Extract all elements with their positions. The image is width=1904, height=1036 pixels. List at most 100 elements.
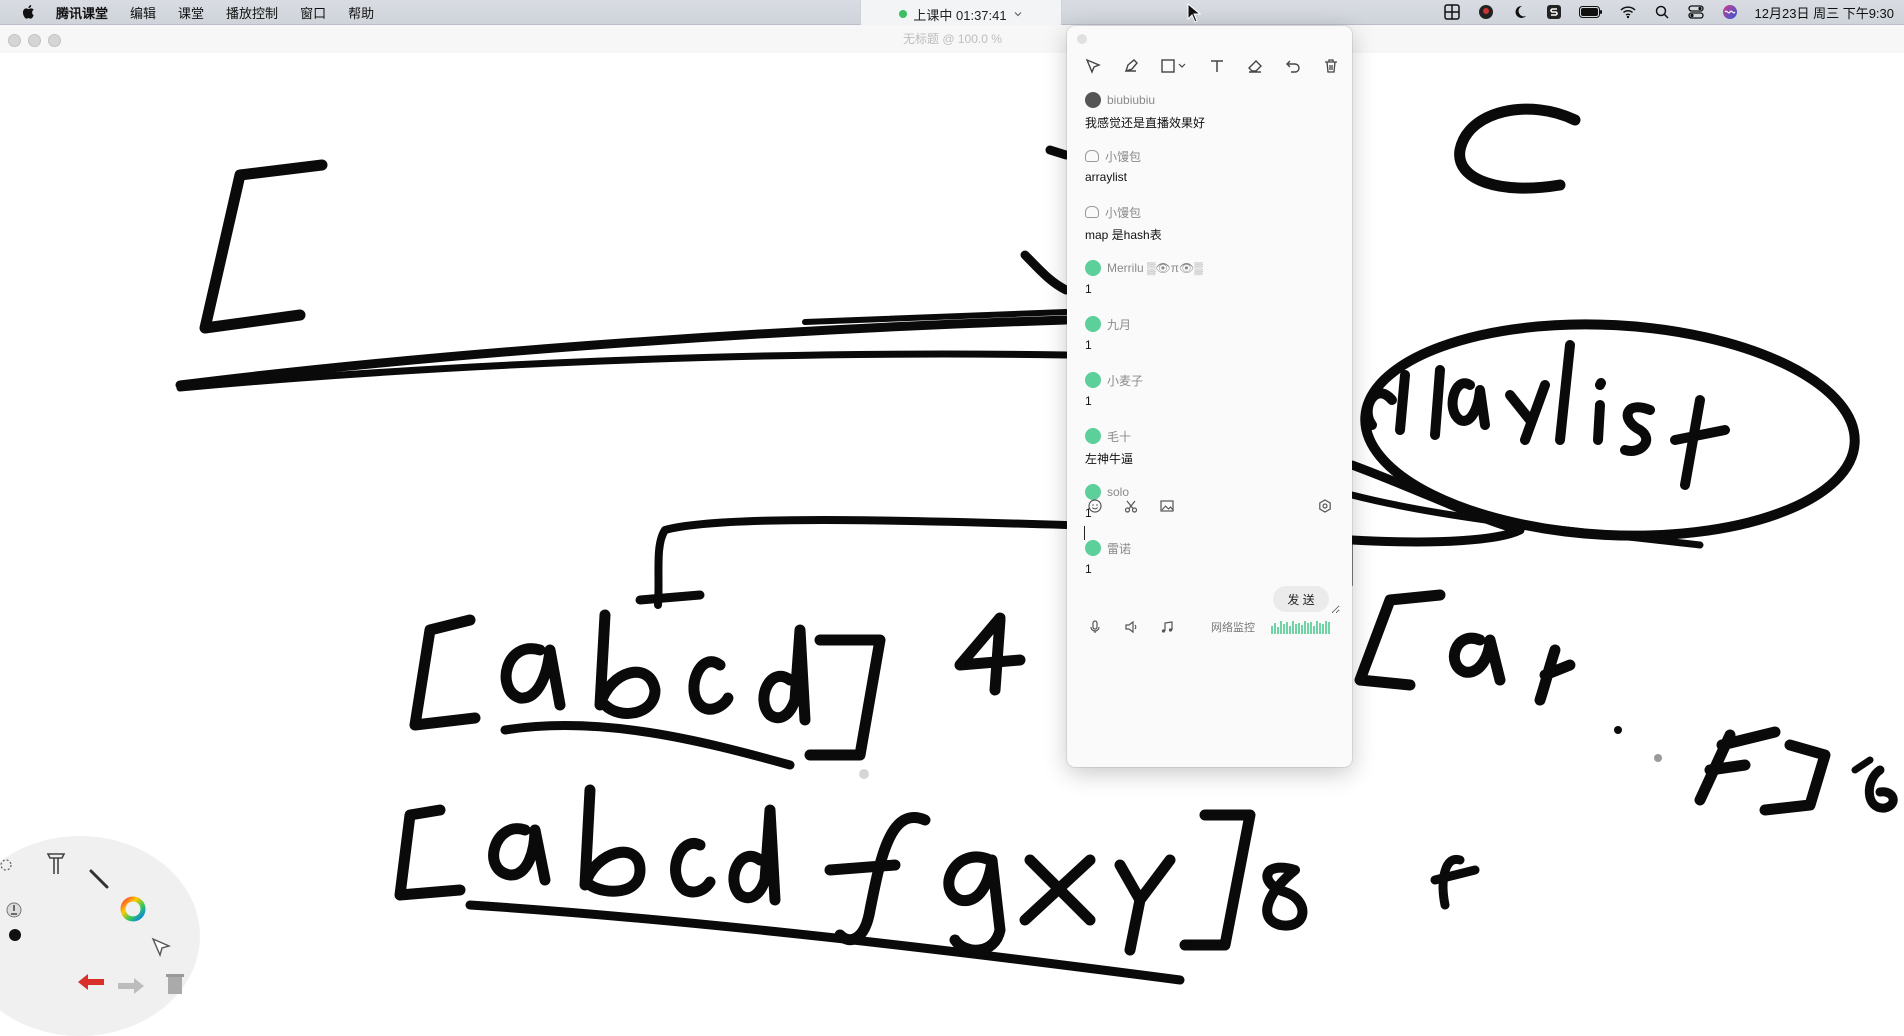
- handwriting-array-3: [1448, 632, 1506, 686]
- menu-item-app[interactable]: 腾讯课堂: [56, 3, 108, 22]
- drawing-toolbar: [1067, 48, 1352, 84]
- handwriting-array-2: [824, 812, 931, 946]
- network-level-bar: [1322, 624, 1324, 634]
- microphone-icon[interactable]: [1085, 617, 1105, 637]
- control-center-icon[interactable]: [1687, 4, 1705, 20]
- wifi-icon[interactable]: [1619, 4, 1637, 20]
- network-monitor-graph: [1271, 620, 1331, 634]
- emoji-icon[interactable]: [1085, 496, 1105, 516]
- scissors-icon[interactable]: [1121, 496, 1141, 516]
- network-level-bar: [1328, 622, 1330, 634]
- settings-icon[interactable]: [1315, 496, 1335, 516]
- undo-arrow-icon[interactable]: [76, 972, 106, 992]
- menu-item-help[interactable]: 帮助: [348, 3, 374, 22]
- message-author: 小馒包: [1105, 149, 1142, 164]
- handwriting-array: [409, 614, 481, 731]
- network-level-bar: [1286, 622, 1288, 634]
- image-icon[interactable]: [1157, 496, 1177, 516]
- message-author: 小馒包: [1105, 205, 1142, 220]
- color-swatch[interactable]: [8, 928, 22, 942]
- music-icon[interactable]: [1157, 617, 1177, 637]
- network-level-bar: [1295, 624, 1297, 634]
- handwriting-arrow: [635, 590, 705, 605]
- menu-item-playback[interactable]: 播放控制: [226, 3, 278, 22]
- redo-arrow-icon[interactable]: [116, 976, 146, 996]
- status-area: 12月23日 周三 下午9:30: [1443, 0, 1894, 24]
- window-title: 无标题 @ 100.0 %: [903, 32, 1002, 46]
- handwriting-letter-f: [1430, 854, 1480, 910]
- handwriting-array: [758, 624, 811, 726]
- mouse-cursor-icon: [1187, 3, 1201, 23]
- handwriting-array-3: [1694, 726, 1781, 806]
- handwriting-digit-4: [954, 612, 1026, 696]
- window-minimize-button[interactable]: [28, 34, 41, 47]
- handwriting-digit: [1851, 756, 1874, 774]
- handwriting-array: [688, 656, 734, 715]
- menu-item-class[interactable]: 课堂: [178, 3, 204, 22]
- network-level-bar: [1310, 622, 1312, 634]
- chat-message: 小馒包 arraylist: [1085, 144, 1340, 200]
- network-level-bar: [1316, 621, 1318, 634]
- text-icon[interactable]: [1207, 56, 1227, 76]
- color-wheel-icon[interactable]: [120, 896, 146, 922]
- handwriting-array-2: [394, 804, 466, 901]
- panel-close-button[interactable]: [1077, 34, 1087, 44]
- chat-message: 毛十 左神牛逼: [1085, 424, 1340, 480]
- user-avatar: [1085, 372, 1101, 388]
- network-level-bar: [1280, 621, 1282, 634]
- handwriting-arrow: [654, 516, 1070, 609]
- shape-icon[interactable]: [1159, 56, 1189, 76]
- message-text: 1: [1085, 282, 1092, 296]
- undo-icon[interactable]: [1283, 56, 1303, 76]
- pen-size-icon[interactable]: [6, 902, 22, 918]
- send-button[interactable]: 发 送: [1273, 586, 1329, 612]
- menu-clock[interactable]: 12月23日 周三 下午9:30: [1755, 3, 1894, 22]
- chat-message: 小馒包 map 是hash表: [1085, 200, 1340, 256]
- network-level-bar: [1313, 626, 1315, 634]
- message-text: arraylist: [1085, 170, 1128, 184]
- s-icon[interactable]: [1545, 4, 1563, 20]
- user-avatar: [1085, 316, 1101, 332]
- window-zoom-button[interactable]: [48, 34, 61, 47]
- network-level-bar: [1325, 621, 1327, 634]
- pointer-icon[interactable]: [150, 936, 172, 958]
- handwriting-array-3: [1534, 644, 1576, 706]
- window-close-button[interactable]: [8, 34, 21, 47]
- message-text: 1: [1085, 338, 1092, 352]
- delete-icon[interactable]: [165, 972, 185, 996]
- search-icon[interactable]: [1653, 4, 1671, 20]
- network-level-bar: [1271, 626, 1273, 634]
- handwriting-fragment: [1045, 145, 1071, 160]
- moon-icon[interactable]: [1511, 4, 1529, 20]
- network-level-bar: [1292, 621, 1294, 634]
- user-avatar: [1085, 260, 1101, 276]
- handwriting-array-2: [1179, 809, 1256, 951]
- session-timer: 上课中 01:37:41: [913, 7, 1007, 23]
- menu-item-edit[interactable]: 编辑: [130, 3, 156, 22]
- avatar-icon[interactable]: [1477, 4, 1495, 20]
- handwriting-array-2: [943, 851, 1006, 956]
- pen-icon[interactable]: [1121, 56, 1141, 76]
- handwriting-array-3: [1354, 589, 1446, 691]
- trash-icon[interactable]: [1321, 56, 1341, 76]
- whiteboard-canvas[interactable]: [0, 53, 1904, 1002]
- siri-icon[interactable]: [1721, 4, 1739, 20]
- hammer-icon[interactable]: [44, 848, 68, 876]
- select-icon[interactable]: [1083, 56, 1103, 76]
- brush-icon[interactable]: [88, 868, 110, 890]
- eraser-icon[interactable]: [1245, 56, 1265, 76]
- handwriting-array-2: [728, 804, 781, 906]
- grid-icon[interactable]: [1443, 4, 1461, 20]
- user-avatar: [1085, 428, 1101, 444]
- network-level-bar: [1277, 627, 1279, 634]
- chevron-down-icon: [1014, 12, 1022, 17]
- lasso-icon[interactable]: [0, 858, 14, 874]
- message-text: 我感觉还是直播效果好: [1085, 116, 1206, 130]
- battery-icon[interactable]: [1578, 4, 1603, 20]
- handwriting-dot: [1614, 726, 1622, 734]
- speaker-icon[interactable]: [1121, 617, 1141, 637]
- network-level-bar: [1274, 623, 1276, 634]
- menu-item-window[interactable]: 窗口: [300, 3, 326, 22]
- chat-message: 九月 1: [1085, 312, 1340, 368]
- apple-logo-icon[interactable]: [20, 3, 38, 21]
